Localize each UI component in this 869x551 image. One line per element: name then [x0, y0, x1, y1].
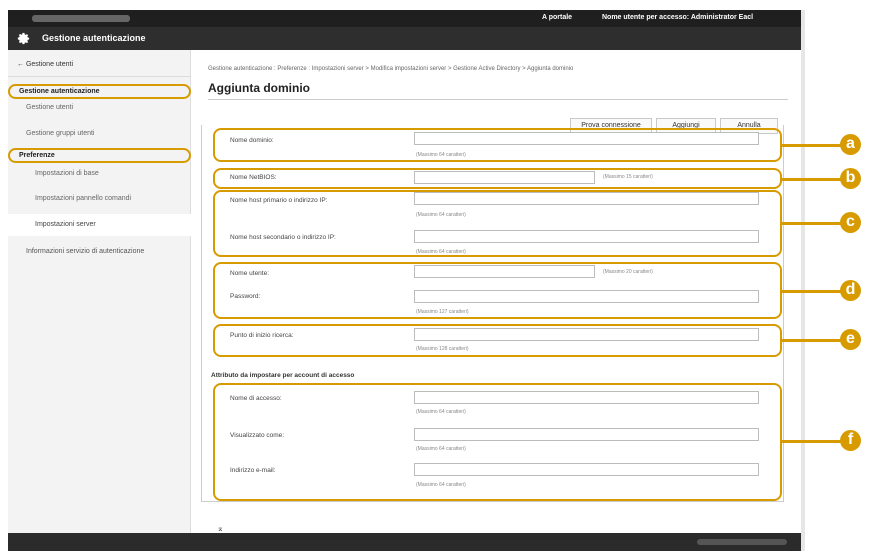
netbios-name-hint: (Massimo 15 caratteri): [603, 174, 653, 180]
sidebar-item-user-management[interactable]: Gestione utenti: [8, 102, 191, 113]
email-hint: (Massimo 64 caratteri): [416, 482, 466, 488]
sidebar-item-auth-management[interactable]: Gestione autenticazione: [8, 84, 191, 99]
sidebar-item-auth-service-info[interactable]: Informazioni servizio di autenticazione: [8, 246, 158, 257]
secondary-host-hint: (Massimo 64 caratteri): [416, 249, 466, 255]
app-title: Gestione autenticazione: [42, 33, 146, 43]
primary-host-label: Nome host primario o indirizzo IP:: [230, 197, 328, 204]
callout-connector-c: [782, 222, 842, 225]
login-name-hint: (Massimo 64 caratteri): [416, 409, 466, 415]
login-name-input[interactable]: [414, 391, 759, 404]
search-start-label: Punto di inizio ricerca:: [230, 332, 294, 339]
callout-connector-e: [782, 339, 842, 342]
logged-in-user: Nome utente per accesso: Administrator E…: [602, 14, 754, 21]
device-name-blurred: [32, 15, 130, 22]
sidebar: ← Gestione utenti Gestione autenticazion…: [8, 50, 191, 533]
footer-bar: [8, 533, 801, 551]
login-name-label: Nome di accesso:: [230, 395, 282, 402]
display-as-hint: (Massimo 64 caratteri): [416, 446, 466, 452]
page-title: Aggiunta dominio: [208, 81, 310, 95]
sidebar-divider: [8, 76, 191, 77]
breadcrumb: Gestione autenticazione : Preferenze : I…: [208, 66, 574, 72]
title-bar: Gestione autenticazione: [8, 27, 801, 50]
display-as-input[interactable]: [414, 428, 759, 441]
username-hint: (Massimo 20 caratteri): [603, 269, 653, 275]
sidebar-item-panel-settings[interactable]: Impostazioni pannello comandi: [8, 193, 191, 204]
netbios-name-label: Nome NetBIOS:: [230, 174, 277, 181]
callout-connector-f: [782, 440, 842, 443]
gear-icon: [17, 32, 30, 45]
callout-badge-a: a: [840, 134, 861, 155]
netbios-name-input[interactable]: [414, 171, 595, 184]
callout-connector-b: [782, 178, 842, 181]
callout-badge-e: e: [840, 329, 861, 350]
callout-connector-a: [782, 144, 842, 147]
page-scrollbar[interactable]: [801, 10, 805, 551]
primary-host-hint: (Massimo 64 caratteri): [416, 212, 466, 218]
secondary-host-label: Nome host secondario o indirizzo IP:: [230, 234, 336, 241]
email-input[interactable]: [414, 463, 759, 476]
domain-name-input[interactable]: [414, 132, 759, 145]
username-label: Nome utente:: [230, 270, 270, 277]
footer-text-blurred: [697, 539, 787, 545]
password-input[interactable]: [414, 290, 759, 303]
callout-badge-f: f: [840, 430, 861, 451]
callout-badge-b: b: [840, 168, 861, 189]
attributes-heading: Attributo da impostare per account di ac…: [211, 372, 355, 379]
search-start-input[interactable]: [414, 328, 759, 341]
domain-name-hint: (Massimo 64 caratteri): [416, 152, 466, 158]
username-input[interactable]: [414, 265, 595, 278]
callout-badge-d: d: [840, 280, 861, 301]
callout-badge-c: c: [840, 212, 861, 233]
back-to-user-management-link[interactable]: ← Gestione utenti: [17, 61, 73, 68]
callout-connector-d: [782, 290, 842, 293]
password-label: Password:: [230, 293, 261, 300]
email-label: Indirizzo e-mail:: [230, 467, 276, 474]
domain-name-label: Nome dominio:: [230, 137, 274, 144]
password-hint: (Massimo 127 caratteri): [416, 309, 469, 315]
display-as-label: Visualizzato come:: [230, 432, 285, 439]
top-bar: A portale Nome utente per accesso: Admin…: [8, 10, 801, 27]
sidebar-item-preferences[interactable]: Preferenze: [8, 148, 191, 163]
sidebar-item-group-management[interactable]: Gestione gruppi utenti: [8, 128, 191, 139]
secondary-host-input[interactable]: [414, 230, 759, 243]
sidebar-item-server-settings[interactable]: Impostazioni server: [8, 214, 191, 236]
sidebar-item-basic-settings[interactable]: Impostazioni di base: [8, 168, 191, 179]
primary-host-input[interactable]: [414, 192, 759, 205]
title-divider: [208, 99, 788, 100]
portal-link[interactable]: A portale: [542, 14, 572, 21]
scroll-to-top-link[interactable]: ⌅: [217, 524, 224, 533]
search-start-hint: (Massimo 128 caratteri): [416, 346, 469, 352]
